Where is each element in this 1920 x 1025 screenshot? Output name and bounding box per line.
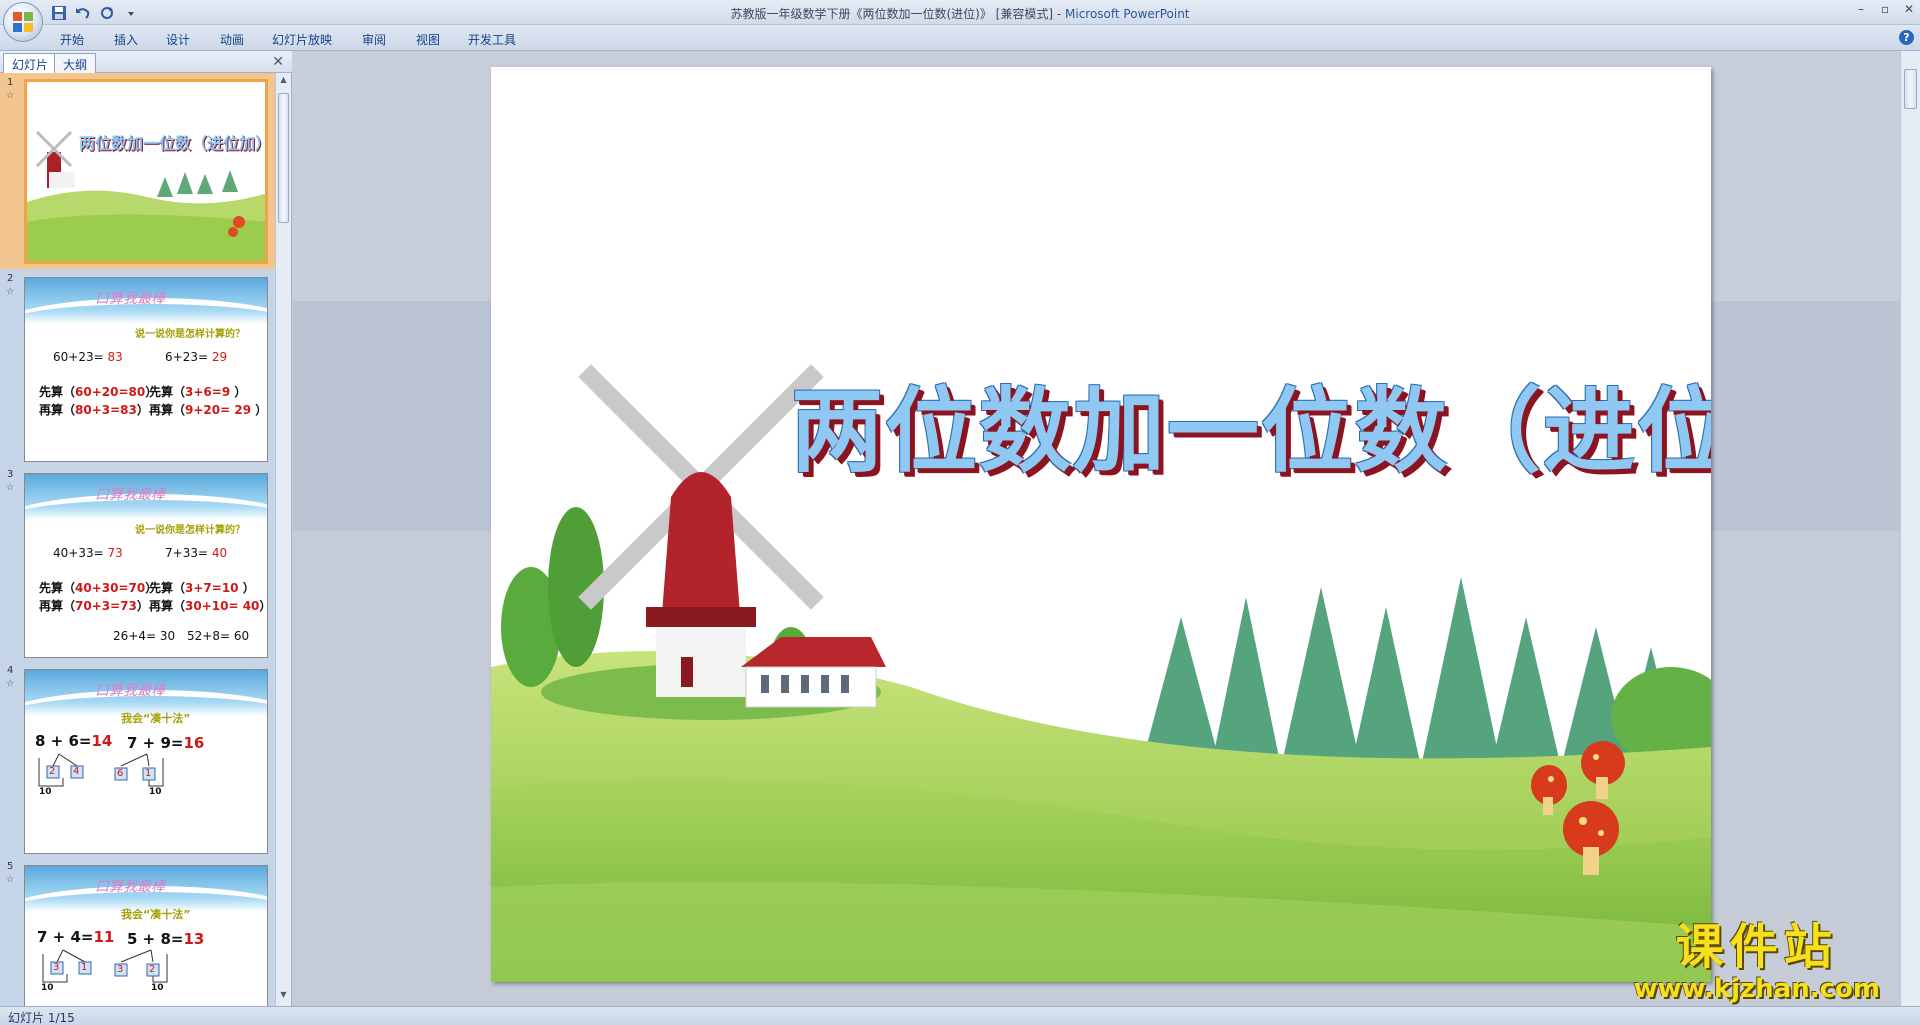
slide-number: 4 xyxy=(7,665,14,676)
thumb-heading: 口算我最棒 xyxy=(95,291,165,307)
animation-star-icon: ☆ xyxy=(6,875,15,885)
slide-number: 5 xyxy=(7,861,14,872)
tab-slideshow[interactable]: 幻灯片放映 xyxy=(268,29,336,50)
landscape-illustration xyxy=(491,364,1711,982)
step-line: 先算（40+30=70） xyxy=(39,581,158,595)
slides-panel: 幻灯片 大纲 ✕ 1 ☆ 两位数加一位数（进位加） 2 ☆ 口算我最棒 说一说你… xyxy=(0,51,292,1006)
scroll-down-icon[interactable]: ▼ xyxy=(278,990,289,1004)
ten-label: 10 xyxy=(151,983,164,993)
slide-thumb-2[interactable]: 2 ☆ 口算我最棒 说一说你是怎样计算的？ 60+23= 83 6+23= 29… xyxy=(0,269,276,465)
thumb-scene xyxy=(27,130,265,261)
thumbnail-image: 口算我最棒 我会“凑十法” 8 + 6=14 7 + 9=16 2 4 6 1 … xyxy=(24,669,268,854)
step-line: 再算（80+3=83） xyxy=(39,403,149,417)
equation: 26+4= 30 xyxy=(113,629,176,643)
tab-animations[interactable]: 动画 xyxy=(216,29,248,50)
split-box: 4 xyxy=(73,766,80,777)
powerpoint-window: 苏教版一年级数学下册《两位数加一位数(进位)》 [兼容模式] - Microso… xyxy=(0,0,1920,1025)
watermark-text: 课件站 xyxy=(1675,919,1838,975)
split-box: 1 xyxy=(81,962,88,973)
equation: 7+33= 40 xyxy=(165,546,228,560)
window-title: 苏教版一年级数学下册《两位数加一位数(进位)》 [兼容模式] - Microso… xyxy=(730,7,1190,21)
current-slide[interactable]: 两位数加一位数（进位加） xyxy=(491,67,1711,982)
split-box: 1 xyxy=(145,768,152,779)
step-line: 再算（9+20= 29 ） xyxy=(149,403,268,417)
step-line: 先算（3+7=10 ） xyxy=(149,581,255,595)
watermark: 课件站 www.kjzhan.com xyxy=(1634,920,1880,1004)
split-diagram xyxy=(42,949,168,983)
scroll-thumb[interactable] xyxy=(1904,69,1917,109)
split-box: 6 xyxy=(117,768,124,779)
ribbon-tabs: 开始 插入 设计 动画 幻灯片放映 审阅 视图 开发工具 ? xyxy=(0,25,1920,51)
minimize-icon[interactable]: – xyxy=(1854,2,1868,16)
animation-star-icon: ☆ xyxy=(6,483,15,493)
tab-developer[interactable]: 开发工具 xyxy=(464,29,520,50)
split-box: 2 xyxy=(149,964,156,975)
slide-title[interactable]: 两位数加一位数（进位加） xyxy=(791,357,1711,490)
restore-icon[interactable]: ▫ xyxy=(1878,2,1892,16)
step-line: 再算（70+3=73） xyxy=(39,599,149,613)
thumbnail-image: 两位数加一位数（进位加） xyxy=(24,79,268,264)
animation-star-icon: ☆ xyxy=(6,287,15,297)
split-box: 3 xyxy=(117,964,124,975)
slide-number: 3 xyxy=(7,469,14,480)
app-name: Microsoft PowerPoint xyxy=(1065,7,1190,21)
scroll-up-icon[interactable]: ▲ xyxy=(278,75,289,89)
equation: 52+8= 60 xyxy=(187,629,250,643)
close-panel-icon[interactable]: ✕ xyxy=(272,54,284,70)
tab-insert[interactable]: 插入 xyxy=(110,29,142,50)
status-bar: 幻灯片 1/15 xyxy=(0,1006,1920,1025)
tab-slides[interactable]: 幻灯片 xyxy=(3,53,58,73)
slide-thumb-5[interactable]: 5 ☆ 口算我最棒 我会“凑十法” 7 + 4=11 5 + 8=13 3 1 … xyxy=(0,857,276,1006)
slide-thumb-1[interactable]: 1 ☆ 两位数加一位数（进位加） xyxy=(0,73,276,269)
equation: 40+33= 73 xyxy=(53,546,123,560)
slide-editor: 两位数加一位数（进位加） xyxy=(293,51,1900,1006)
thumb-subtitle: 说一说你是怎样计算的？ xyxy=(135,525,245,536)
thumb-heading: 口算我最棒 xyxy=(95,487,165,503)
tab-review[interactable]: 审阅 xyxy=(358,29,390,50)
thumbnail-image: 口算我最棒 我会“凑十法” 7 + 4=11 5 + 8=13 3 1 3 2 … xyxy=(24,865,268,1006)
tab-home[interactable]: 开始 xyxy=(56,29,88,50)
equation: 60+23= 83 xyxy=(53,350,123,364)
close-icon[interactable]: ✕ xyxy=(1902,2,1916,16)
thumb-title: 两位数加一位数（进位加） xyxy=(79,134,268,153)
tab-design[interactable]: 设计 xyxy=(162,29,194,50)
thumb-subtitle: 说一说你是怎样计算的？ xyxy=(135,329,245,340)
slide-thumb-3[interactable]: 3 ☆ 口算我最棒 说一说你是怎样计算的？ 40+33= 73 7+33= 40… xyxy=(0,465,276,661)
step-line: 先算（3+6=9 ） xyxy=(149,385,247,399)
equation: 6+23= 29 xyxy=(165,350,228,364)
office-logo-icon xyxy=(13,12,33,32)
split-box: 3 xyxy=(53,962,60,973)
watermark-url: www.kjzhan.com xyxy=(1633,974,1880,1004)
ten-label: 10 xyxy=(39,787,52,797)
slide-thumb-4[interactable]: 4 ☆ 口算我最棒 我会“凑十法” 8 + 6=14 7 + 9=16 2 4 … xyxy=(0,661,276,857)
slide-number: 2 xyxy=(7,273,14,284)
thumbnail-scrollbar[interactable]: ▲ ▼ xyxy=(275,73,291,1006)
ten-label: 10 xyxy=(149,787,162,797)
step-line: 先算（60+20=80） xyxy=(39,385,158,399)
editor-scrollbar[interactable] xyxy=(1900,51,1920,1006)
slide-number: 1 xyxy=(7,77,14,88)
office-button[interactable] xyxy=(3,2,43,42)
slide-counter: 幻灯片 1/15 xyxy=(8,1011,75,1025)
animation-star-icon: ☆ xyxy=(6,91,15,101)
window-controls: – ▫ ✕ xyxy=(1854,2,1916,16)
animation-star-icon: ☆ xyxy=(6,679,15,689)
split-box: 2 xyxy=(49,766,56,777)
thumbnail-list[interactable]: 1 ☆ 两位数加一位数（进位加） 2 ☆ 口算我最棒 说一说你是怎样计算的？ 6… xyxy=(0,73,276,1006)
thumbnail-image: 口算我最棒 说一说你是怎样计算的？ 60+23= 83 6+23= 29 先算（… xyxy=(24,277,268,462)
title-bar: 苏教版一年级数学下册《两位数加一位数(进位)》 [兼容模式] - Microso… xyxy=(0,0,1920,25)
panel-tabs: 幻灯片 大纲 ✕ xyxy=(0,51,292,73)
ten-label: 10 xyxy=(41,983,54,993)
split-diagram xyxy=(38,753,164,787)
step-line: 再算（30+10= 40） xyxy=(149,599,267,613)
thumbnail-image: 口算我最棒 说一说你是怎样计算的？ 40+33= 73 7+33= 40 先算（… xyxy=(24,473,268,658)
scroll-thumb[interactable] xyxy=(278,93,289,223)
tab-outline[interactable]: 大纲 xyxy=(54,53,97,73)
help-icon[interactable]: ? xyxy=(1899,30,1914,45)
tab-view[interactable]: 视图 xyxy=(412,29,444,50)
